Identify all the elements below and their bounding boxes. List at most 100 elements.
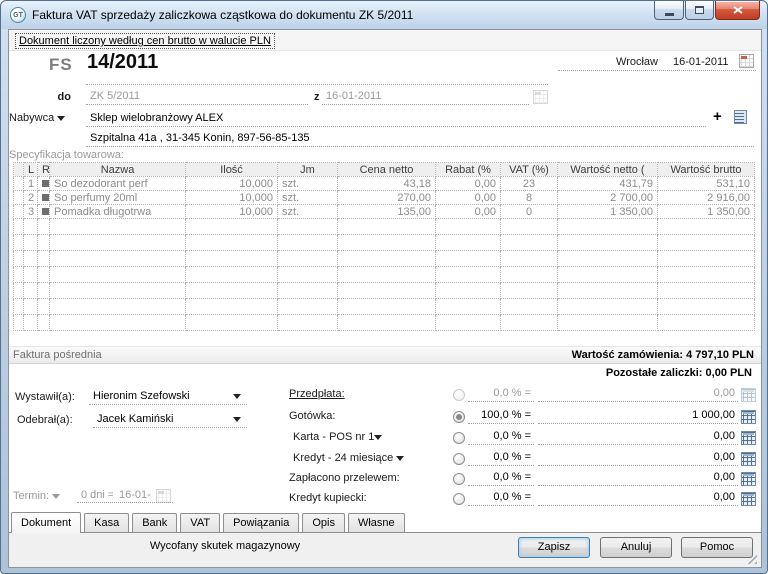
help-button[interactable]: Pomoc [681,537,753,558]
tab-kasa[interactable]: Kasa [84,513,129,532]
col-nazwa[interactable]: Nazwa [50,163,186,177]
minimize-button[interactable] [654,1,684,20]
maximize-icon [695,6,704,14]
empty-item-row[interactable] [14,235,755,251]
window-title: Faktura VAT sprzedaży zaliczkowa cząstko… [32,8,413,22]
tab-wlasne[interactable]: Własne [348,513,405,532]
maximize-button[interactable] [685,1,714,20]
payment-label-credit24: Kredyt - 24 miesiące [293,452,404,464]
tab-vat[interactable]: VAT [180,513,220,532]
city-date-underline [558,70,756,71]
order-value: Wartość zamówienia: 4 797,10 PLN [572,349,754,361]
payment-label-cash: Gotówka: [289,410,335,422]
col-jm[interactable]: Jm [278,163,338,177]
payment-radio-credit24[interactable] [453,453,465,465]
col-ilosc[interactable]: Ilość [186,163,278,177]
payment-amount-trade-credit[interactable]: 0,00 [538,490,738,506]
payment-amount-prepayment: 0,00 [538,386,738,402]
tab-powiazania[interactable]: Powiązania [223,513,299,532]
options-strip: Dokument liczony według cen brutto w wal… [9,30,761,51]
payment-calc-icon-card[interactable] [741,431,756,445]
items-section-label: Specyfikacja towarowa: [9,149,124,161]
payment-percent-cash[interactable]: 100,0 % = [468,408,534,424]
col-l[interactable]: L [24,163,38,177]
issued-by-label: Wystawił(a): [15,391,75,403]
payment-label-prepayment[interactable]: Przedpłata: [289,388,345,400]
issue-date-field[interactable]: 16-01-2011 [673,56,728,68]
empty-item-row[interactable] [14,299,755,315]
col-cena-netto[interactable]: Cena netto [338,163,436,177]
reservation-icon [42,194,49,201]
empty-item-row[interactable] [14,315,755,331]
app-icon: GT [10,7,26,23]
payment-calc-icon-cash[interactable] [741,410,756,424]
invoice-window: GT Faktura VAT sprzedaży zaliczkowa cząs… [0,0,768,574]
close-button[interactable] [715,1,760,20]
buyer-address-field[interactable]: Szpitalna 41a , 31-345 Konin, 897-56-85-… [86,131,754,147]
empty-item-row[interactable] [14,283,755,299]
payment-percent-trade-credit[interactable]: 0,0 % = [468,490,534,506]
doc-number-underline [86,84,548,85]
empty-item-row[interactable] [14,219,755,235]
issued-by-field[interactable]: Hieronim Szefowski [89,389,247,405]
empty-item-row[interactable] [14,251,755,267]
received-by-field[interactable]: Jacek Kamiński [93,412,247,428]
payment-calc-icon-transfer[interactable] [741,472,756,486]
warehouse-status-label: Wycofany skutek magazynowy [9,540,441,552]
term-calendar-icon [156,489,171,503]
payment-label-trade-credit: Kredyt kupiecki: [289,492,367,504]
city-label: Wrocław [601,56,658,68]
doc-type: FS [49,55,73,75]
payment-amount-cash[interactable]: 1 000,00 [538,408,738,424]
tab-opis[interactable]: Opis [302,513,345,532]
issued-by-dropdown-icon[interactable] [233,394,241,399]
add-buyer-icon[interactable]: + [713,111,722,123]
source-date-field: 16-01-2011 [322,89,529,105]
empty-item-row[interactable] [14,267,755,283]
buyer-name-field[interactable]: Sklep wielobranżowy ALEX [86,111,706,127]
payment-amount-credit24[interactable]: 0,00 [538,450,738,466]
payment-amount-card[interactable]: 0,00 [538,429,738,445]
card-dropdown-icon[interactable] [374,435,382,440]
tab-bank[interactable]: Bank [132,513,177,532]
doc-number-field[interactable]: 14/2011 [87,51,158,74]
buyer-list-icon[interactable] [734,110,747,124]
minimize-icon [665,13,674,16]
payment-radio-card[interactable] [453,432,465,444]
term-label: Termin: [13,490,60,502]
payment-percent-credit24[interactable]: 0,0 % = [468,450,534,466]
buyer-label[interactable]: Nabywca [9,112,65,124]
payment-calc-icon-trade-credit[interactable] [741,492,756,506]
received-by-label: Odebrał(a): [17,414,73,426]
summary-bar: Faktura pośrednia Wartość zamówienia: 4 … [9,346,761,364]
payment-radio-trade-credit[interactable] [453,493,465,505]
item-row[interactable]: 2 So perfumy 20ml 10,000 szt. 270,00 0,0… [14,191,755,205]
item-row[interactable]: 3 Pomadka długotrwa 10,000 szt. 135,00 0… [14,205,755,219]
col-wartosc-netto[interactable]: Wartość netto ( [558,163,658,177]
col-vat[interactable]: VAT (%) [501,163,558,177]
col-wartosc-brutto[interactable]: Wartość brutto [658,163,755,177]
col-rabat[interactable]: Rabat (% [436,163,501,177]
pricing-mode-link[interactable]: Dokument liczony według cen brutto w wal… [15,33,275,49]
tab-dokument[interactable]: Dokument [11,512,81,533]
payment-radio-transfer[interactable] [453,473,465,485]
credit24-dropdown-icon[interactable] [396,456,404,461]
source-doc-field: ZK 5/2011 [86,89,308,105]
buyer-dropdown-icon[interactable] [57,116,65,121]
item-row[interactable]: 1 So dezodorant perf 10,000 szt. 43,18 0… [14,177,755,191]
items-header-row: L R Nazwa Ilość Jm Cena netto Rabat (% V… [14,163,755,177]
payment-calc-icon-credit24[interactable] [741,452,756,466]
payment-amount-transfer[interactable]: 0,00 [538,470,738,486]
payment-percent-transfer[interactable]: 0,0 % = [468,470,534,486]
term-dropdown-icon [52,494,60,499]
save-button[interactable]: Zapisz [518,537,590,558]
items-table: L R Nazwa Ilość Jm Cena netto Rabat (% V… [13,162,755,331]
payment-radio-cash[interactable] [453,411,465,423]
col-r[interactable]: R [38,163,50,177]
payment-percent-card[interactable]: 0,0 % = [468,429,534,445]
cancel-button[interactable]: Anuluj [600,537,672,558]
received-by-dropdown-icon[interactable] [233,417,241,422]
issue-date-calendar-icon[interactable] [739,54,754,68]
payment-label-transfer: Zapłacono przelewem: [289,472,400,484]
tab-strip: Dokument Kasa Bank VAT Powiązania Opis W… [11,513,405,533]
